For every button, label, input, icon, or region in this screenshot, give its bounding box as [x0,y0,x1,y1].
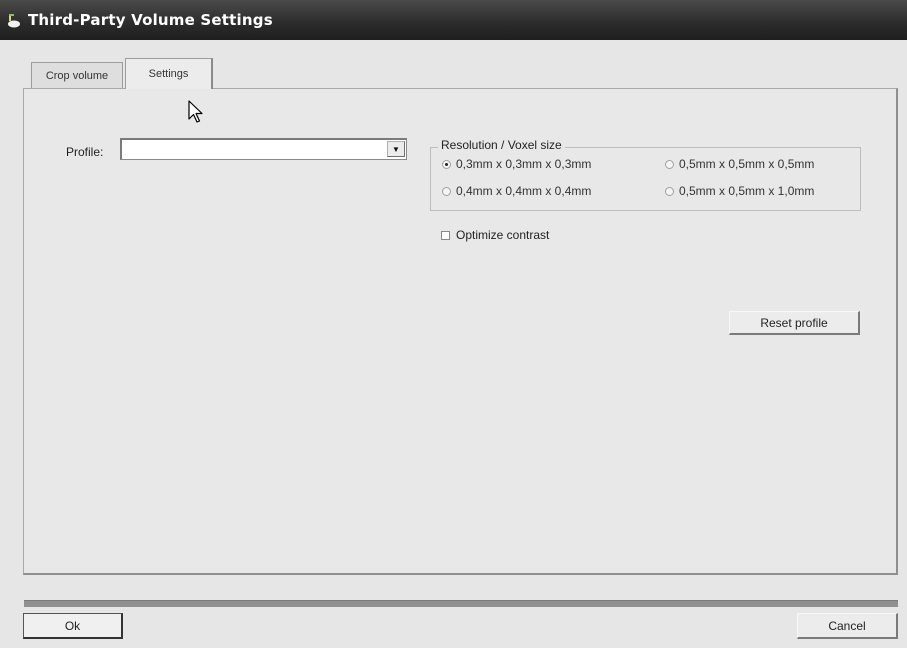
profile-label: Profile: [66,145,104,159]
resolution-option-0-3[interactable]: 0,3mm x 0,3mm x 0,3mm [442,157,591,171]
resolution-option-0-5[interactable]: 0,5mm x 0,5mm x 0,5mm [665,157,814,171]
mouse-cursor-icon [188,100,203,123]
chevron-down-icon: ▼ [392,144,400,154]
radio-label: 0,5mm x 0,5mm x 0,5mm [679,157,815,171]
footer-separator [24,600,898,607]
window-title: Third-Party Volume Settings [28,11,273,29]
title-bar[interactable]: Third-Party Volume Settings [0,0,907,40]
cancel-button[interactable]: Cancel [797,613,898,639]
app-icon [8,14,20,28]
radio-icon[interactable] [665,159,674,169]
resolution-option-0-5-1-0[interactable]: 0,5mm x 0,5mm x 1,0mm [665,184,814,198]
resolution-group-label: Resolution / Voxel size [438,138,565,152]
resolution-option-0-4[interactable]: 0,4mm x 0,4mm x 0,4mm [442,184,591,198]
radio-icon[interactable] [665,186,674,196]
profile-dropdown[interactable]: ▼ [120,138,407,160]
radio-label: 0,3mm x 0,3mm x 0,3mm [456,157,592,171]
ok-button[interactable]: Ok [23,613,123,639]
checkbox-icon[interactable] [441,230,450,240]
radio-selected-icon[interactable] [442,159,451,169]
radio-label: 0,5mm x 0,5mm x 1,0mm [679,184,815,198]
tab-settings[interactable]: Settings [125,58,213,89]
optimize-contrast-checkbox[interactable]: Optimize contrast [441,228,549,242]
tab-crop-volume[interactable]: Crop volume [31,62,123,88]
radio-label: 0,4mm x 0,4mm x 0,4mm [456,184,592,198]
reset-profile-button[interactable]: Reset profile [729,311,860,335]
optimize-contrast-label: Optimize contrast [456,228,550,242]
dropdown-arrow-button[interactable]: ▼ [387,141,405,157]
radio-icon[interactable] [442,186,451,196]
